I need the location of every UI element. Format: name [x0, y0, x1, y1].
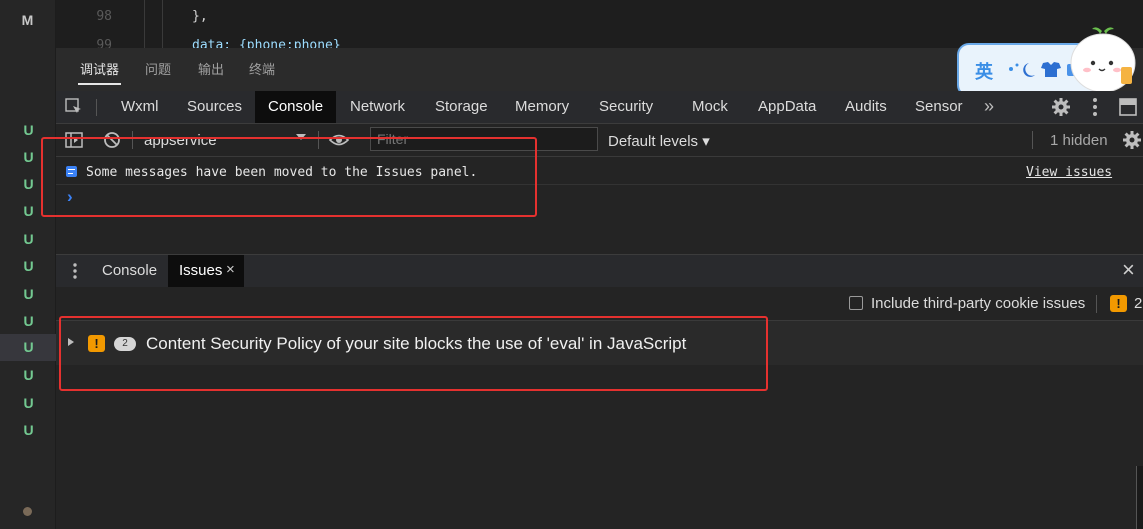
divider	[96, 99, 97, 116]
divider	[1096, 295, 1097, 313]
modified-badge: M	[21, 12, 34, 28]
tab-audits[interactable]: Audits	[832, 91, 900, 123]
line-number: 99	[96, 38, 112, 48]
code-editor[interactable]: 98 }, 99 data: {phone:phone}	[56, 0, 1143, 48]
line-number: 98	[96, 9, 112, 24]
drawer-tab-issues[interactable]: Issues ×	[168, 255, 244, 287]
inspect-element-icon[interactable]	[64, 97, 84, 117]
scrollbar[interactable]	[1136, 466, 1143, 529]
untracked-badge-selected[interactable]: U	[0, 334, 57, 361]
tab-wxml[interactable]: Wxml	[108, 91, 172, 123]
third-party-checkbox[interactable]	[849, 296, 863, 310]
tab-mock[interactable]: Mock	[679, 91, 741, 123]
close-drawer-icon[interactable]: ×	[1122, 255, 1135, 285]
ime-widget[interactable]: 英	[957, 27, 1143, 97]
tab-security[interactable]: Security	[586, 91, 666, 123]
tab-memory[interactable]: Memory	[502, 91, 582, 123]
tab-network[interactable]: Network	[337, 91, 418, 123]
tab-terminal[interactable]: 终端	[249, 48, 275, 91]
tab-console[interactable]: Console	[255, 91, 337, 123]
untracked-badge[interactable]: U	[0, 390, 57, 417]
tab-appdata[interactable]: AppData	[745, 91, 829, 123]
close-tab-icon[interactable]: ×	[226, 255, 235, 285]
code-line: },	[192, 9, 208, 24]
third-party-label: Include third-party cookie issues	[871, 295, 1086, 312]
drawer-tab-console[interactable]: Console	[90, 255, 169, 287]
untracked-badge[interactable]: U	[0, 281, 57, 308]
tab-problems[interactable]: 问题	[145, 48, 171, 91]
more-tabs-button[interactable]: »	[984, 91, 994, 123]
untracked-badge[interactable]: U	[0, 362, 57, 389]
drawer-menu-icon[interactable]	[73, 263, 77, 279]
untracked-badge[interactable]: U	[0, 226, 57, 253]
kebab-menu-icon[interactable]	[1092, 97, 1098, 117]
divider	[1032, 131, 1033, 149]
annotation-highlight-box	[59, 316, 768, 391]
log-levels-select[interactable]: Default levels ▾	[608, 132, 710, 150]
indent-guide	[162, 0, 163, 48]
indent-guide	[144, 0, 145, 48]
tab-debugger[interactable]: 调试器	[77, 48, 122, 91]
tab-sensor[interactable]: Sensor	[902, 91, 976, 123]
gear-icon[interactable]	[1050, 96, 1072, 118]
ime-language-label: 英	[975, 62, 993, 82]
code-line: data: {phone:phone}	[192, 38, 341, 48]
tab-storage[interactable]: Storage	[422, 91, 501, 123]
issue-total-count: 2	[1134, 295, 1143, 312]
drawer-tabbar: Console Issues × ×	[56, 254, 1143, 288]
devtools-tabbar: Wxml Sources Console Network Storage Mem…	[56, 91, 1143, 124]
untracked-badge[interactable]: U	[0, 417, 57, 444]
untracked-badge[interactable]: U	[0, 253, 57, 280]
dock-side-icon[interactable]	[1118, 97, 1138, 117]
view-issues-link[interactable]: View issues	[1026, 165, 1112, 180]
mascot-icon	[1069, 23, 1143, 97]
hidden-count: 1 hidden	[1050, 132, 1108, 149]
console-settings-gear-icon[interactable]	[1122, 130, 1142, 150]
tab-output[interactable]: 输出	[198, 48, 224, 91]
scm-gutter: M U U U U U U U U U U U U	[0, 0, 57, 529]
warning-icon: !	[1110, 295, 1127, 312]
drawer-tab-issues-label: Issues	[179, 262, 223, 279]
untracked-badge[interactable]: U	[0, 308, 57, 335]
status-dot-icon	[23, 507, 32, 516]
annotation-highlight-box	[41, 137, 537, 217]
tab-sources[interactable]: Sources	[174, 91, 255, 123]
